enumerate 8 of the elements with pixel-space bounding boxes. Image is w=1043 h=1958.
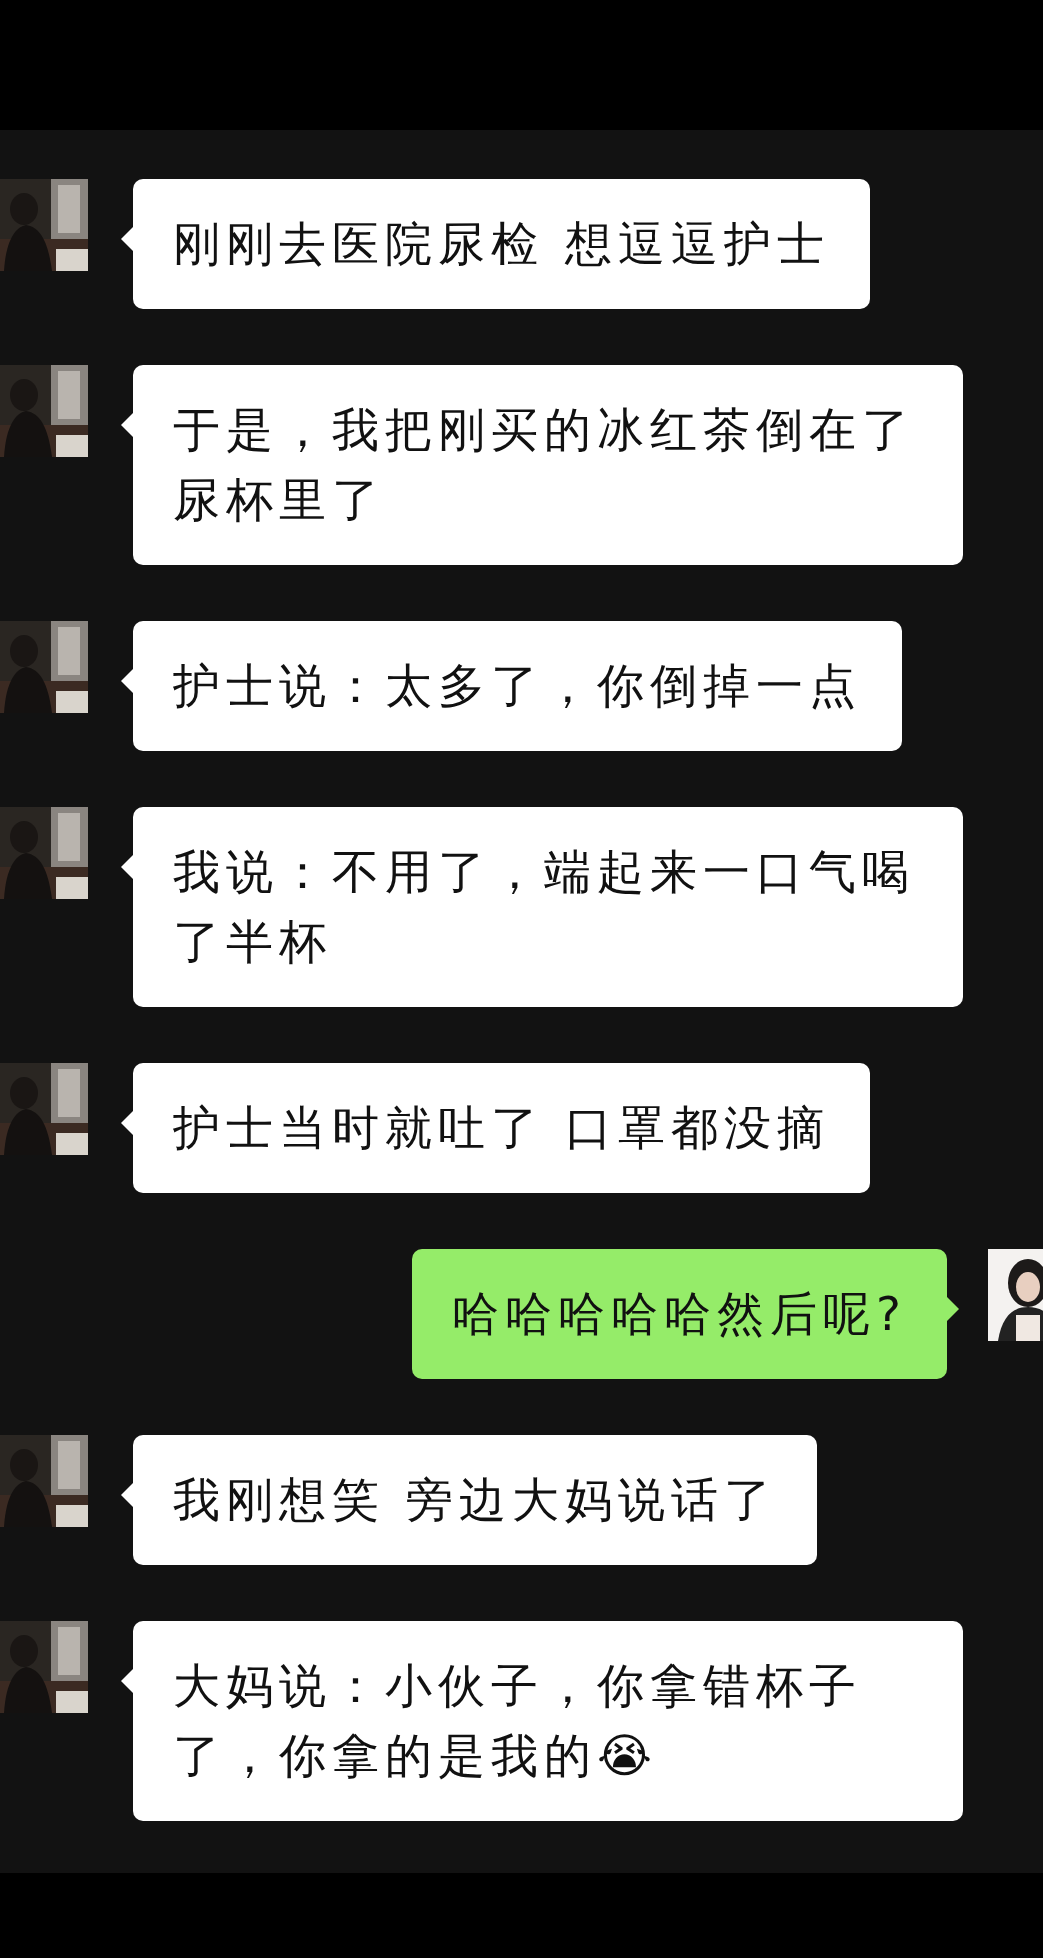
message-text: 哈哈哈哈哈然后呢? xyxy=(452,1286,907,1341)
message-text: 护士说：太多了，你倒掉一点 xyxy=(173,658,862,713)
message-text: 大妈说：小伙子，你拿错杯子了，你拿的是我的😭 xyxy=(173,1658,862,1783)
message-text: 于是，我把刚买的冰红茶倒在了尿杯里了 xyxy=(173,402,915,527)
message-text: 我说：不用了，端起来一口气喝了半杯 xyxy=(173,844,915,969)
message-text: 我刚想笑 旁边大妈说话了 xyxy=(173,1472,777,1527)
message-text: 刚刚去医院尿检 想逗逗护士 xyxy=(173,216,830,271)
message-text: 护士当时就吐了 口罩都没摘 xyxy=(173,1100,830,1155)
